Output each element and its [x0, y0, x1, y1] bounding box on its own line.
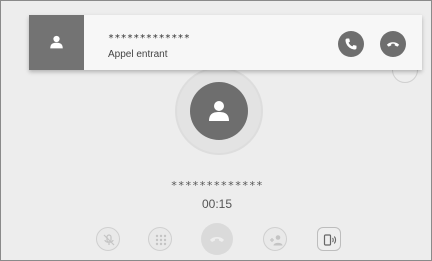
- incoming-call-banner[interactable]: ************* Appel entrant: [29, 15, 422, 70]
- caller-name: *************: [170, 179, 264, 192]
- keypad-button[interactable]: [148, 227, 172, 251]
- phone-hangup-icon: [210, 237, 224, 242]
- person-icon: [50, 35, 63, 49]
- call-screen: ************* 00:15 ************* Appel …: [0, 0, 432, 261]
- add-person-icon: [270, 235, 283, 246]
- person-icon-container: [190, 82, 248, 140]
- end-call-button[interactable]: [201, 223, 233, 255]
- decline-call-button[interactable]: [380, 31, 406, 57]
- call-timer: 00:15: [201, 197, 233, 211]
- banner-call-status: Appel entrant: [108, 49, 168, 60]
- caller-avatar: [177, 69, 261, 153]
- answer-call-button[interactable]: [338, 31, 364, 57]
- mute-button[interactable]: [96, 227, 120, 251]
- phone-answer-icon: [345, 38, 357, 50]
- keypad-icon: [155, 234, 167, 246]
- add-call-button[interactable]: [263, 227, 287, 251]
- phone-speaker-icon: [323, 234, 337, 246]
- banner-avatar: [29, 15, 84, 70]
- audio-transfer-button[interactable]: [317, 227, 341, 251]
- mic-off-icon: [103, 234, 115, 246]
- person-icon: [209, 101, 229, 121]
- banner-caller-name: *************: [108, 33, 191, 44]
- phone-hangup-icon: [386, 42, 400, 47]
